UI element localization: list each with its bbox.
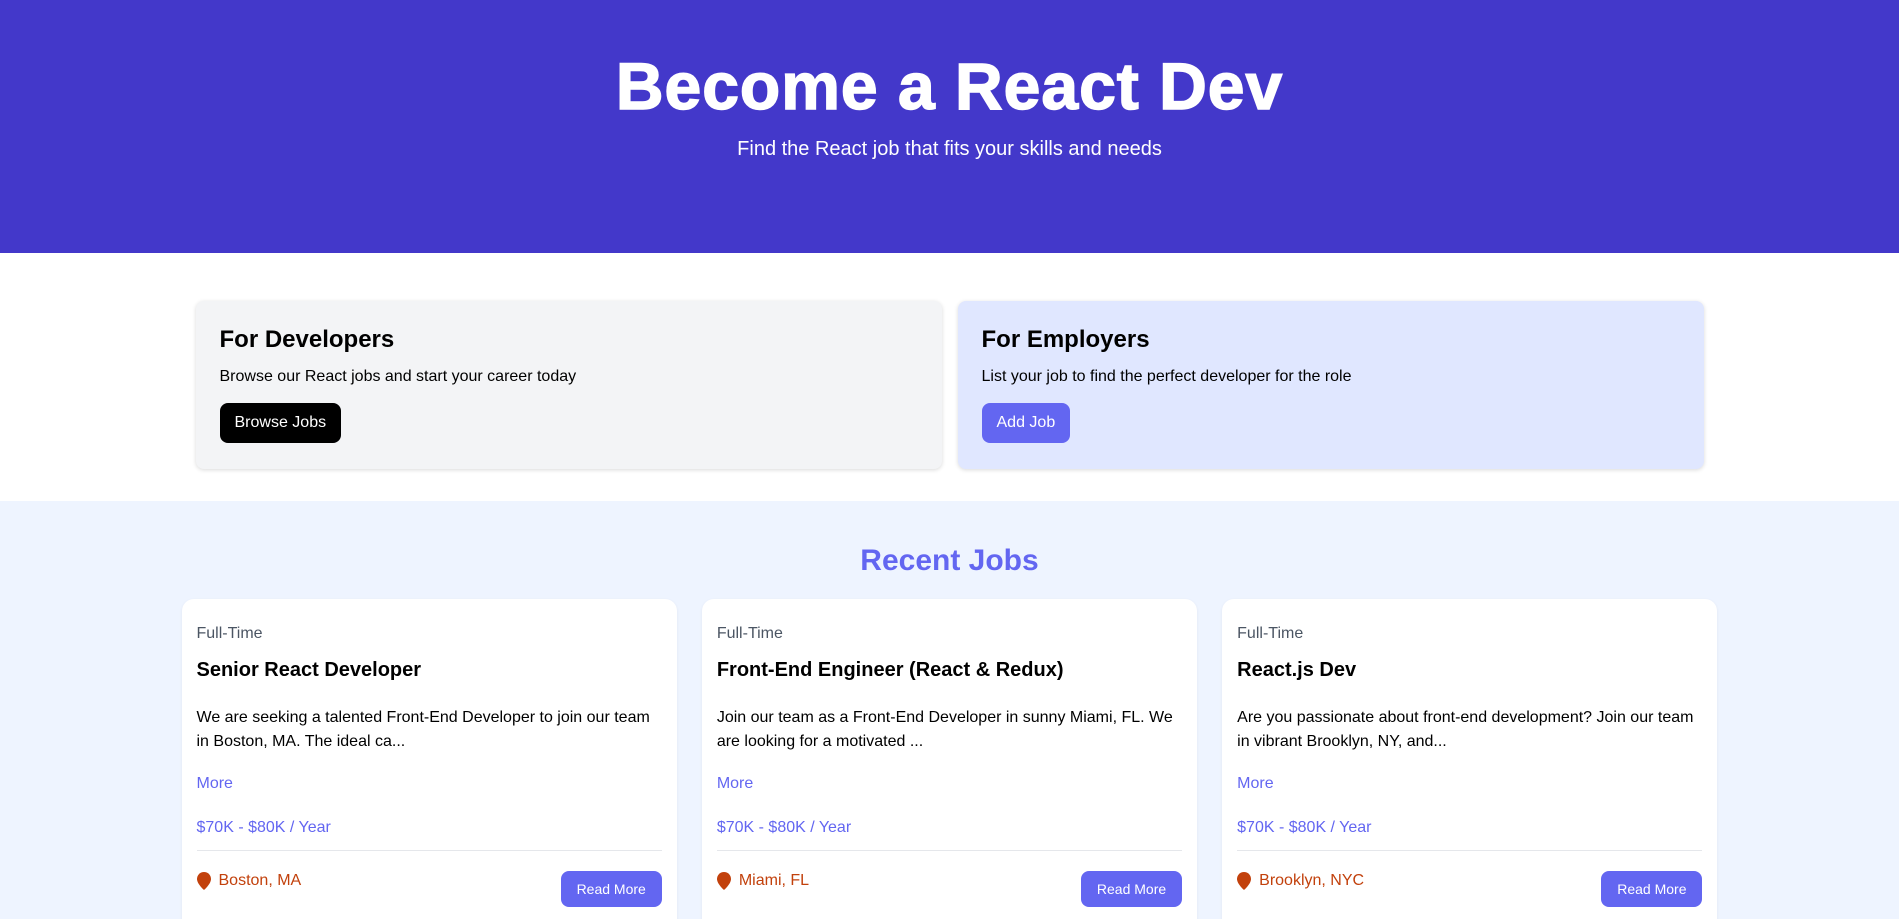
recent-jobs-section: Recent Jobs Full-Time Senior React Devel… (0, 501, 1899, 919)
job-type: Full-Time (716, 625, 783, 642)
job-title: Front-End Engineer (React & Redux) (716, 659, 1064, 681)
job-more-toggle[interactable]: More (197, 774, 662, 794)
job-divider (1237, 850, 1703, 851)
employers-card-text: List your job to find the perfect develo… (981, 368, 1352, 385)
read-more-button[interactable]: Read More (1601, 871, 1703, 907)
job-footer: Miami, FL Read More (716, 871, 1183, 907)
developers-card: For Developers Browse our React jobs and… (195, 301, 942, 469)
add-job-button[interactable]: Add Job (981, 403, 1071, 443)
job-title: React.js Dev (1237, 659, 1357, 681)
developers-card-title: For Developers (219, 326, 395, 353)
job-footer: Boston, MA Read More (196, 871, 662, 907)
job-salary: $70K - $80K / Year (196, 819, 331, 836)
read-more-button[interactable]: Read More (560, 871, 662, 907)
recent-jobs-heading: Recent Jobs (860, 544, 1039, 577)
job-location-text: Brooklyn, NYC (1259, 872, 1365, 889)
read-more-button[interactable]: Read More (1080, 871, 1183, 907)
job-salary: $70K - $80K / Year (1237, 819, 1372, 836)
hero-section: Become a React Dev Find the React job th… (0, 0, 1899, 253)
browse-jobs-button[interactable]: Browse Jobs (219, 403, 342, 443)
cards-row: For Developers Browse our React jobs and… (195, 301, 1704, 469)
job-card: Full-Time Front-End Engineer (React & Re… (701, 599, 1198, 919)
job-description: We are seeking a talented Front-End Deve… (196, 709, 650, 750)
job-more-toggle[interactable]: More (1237, 774, 1702, 794)
job-title: Senior React Developer (196, 659, 422, 681)
job-location: Miami, FL (716, 871, 810, 891)
employers-card-title: For Employers (981, 326, 1150, 353)
job-divider (716, 850, 1183, 851)
job-salary: $70K - $80K / Year (716, 819, 852, 836)
job-type: Full-Time (196, 625, 263, 642)
job-type: Full-Time (1237, 625, 1304, 642)
map-marker-icon (196, 872, 211, 890)
job-footer: Brooklyn, NYC Read More (1237, 871, 1703, 907)
job-card: Full-Time Senior React Developer We are … (181, 599, 677, 919)
map-marker-icon (1237, 872, 1252, 890)
cards-section: For Developers Browse our React jobs and… (0, 253, 1899, 501)
employers-card: For Employers List your job to find the … (957, 301, 1704, 469)
job-divider (196, 850, 662, 851)
job-card: Full-Time React.js Dev Are you passionat… (1222, 599, 1718, 919)
hero-title: Become a React Dev (615, 48, 1284, 124)
job-location: Boston, MA (196, 871, 302, 891)
job-location-text: Miami, FL (738, 872, 810, 889)
hero-subtitle: Find the React job that fits your skills… (737, 138, 1162, 160)
job-description: Join our team as a Front-End Developer i… (716, 709, 1173, 750)
job-more-toggle[interactable]: More (717, 774, 1182, 794)
map-marker-icon (716, 872, 731, 890)
developers-card-text: Browse our React jobs and start your car… (219, 368, 577, 385)
job-location: Brooklyn, NYC (1237, 871, 1364, 891)
job-list: Full-Time Senior React Developer We are … (181, 599, 1718, 919)
job-location-text: Boston, MA (218, 872, 302, 889)
job-description: Are you passionate about front-end devel… (1237, 709, 1694, 750)
